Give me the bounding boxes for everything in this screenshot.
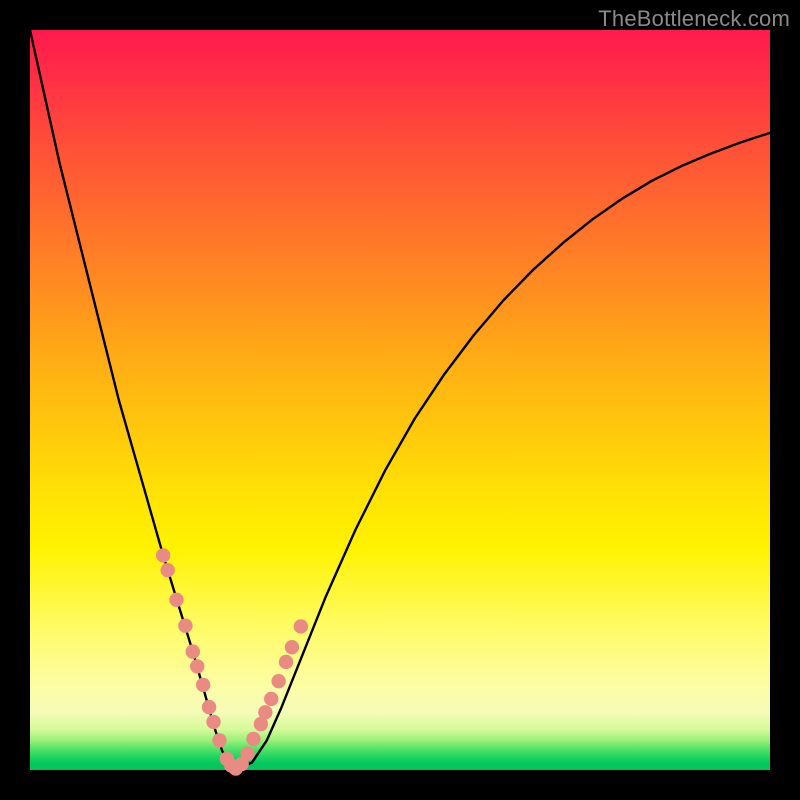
chart-plot-area xyxy=(30,30,770,770)
marker-point xyxy=(178,619,192,633)
marker-point xyxy=(196,678,210,692)
marker-point xyxy=(246,732,260,746)
marker-group xyxy=(156,548,308,776)
marker-point xyxy=(264,692,278,706)
marker-point xyxy=(160,563,174,577)
marker-point xyxy=(240,747,254,761)
chart-svg xyxy=(30,30,770,770)
marker-point xyxy=(271,674,285,688)
marker-point xyxy=(279,655,293,669)
marker-point xyxy=(294,619,308,633)
bottleneck-curve xyxy=(30,30,770,769)
marker-point xyxy=(285,640,299,654)
marker-point xyxy=(169,593,183,607)
marker-point xyxy=(258,705,272,719)
watermark-text: TheBottleneck.com xyxy=(598,6,790,32)
chart-frame: TheBottleneck.com xyxy=(0,0,800,800)
marker-point xyxy=(212,733,226,747)
marker-point xyxy=(206,715,220,729)
marker-point xyxy=(190,659,204,673)
marker-point xyxy=(156,548,170,562)
marker-point xyxy=(202,700,216,714)
marker-point xyxy=(186,644,200,658)
